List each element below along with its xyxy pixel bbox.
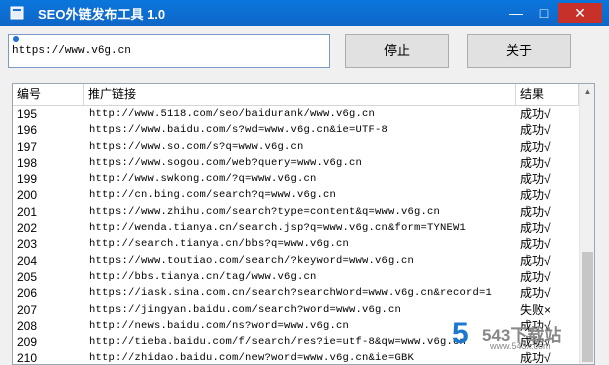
row-link: http://news.baidu.com/ns?word=www.v6g.cn (89, 319, 350, 332)
scroll-up-icon[interactable]: ▲ (580, 84, 594, 100)
url-input-value: https://www.v6g.cn (12, 45, 131, 57)
row-link: https://iask.sina.com.cn/search?searchWo… (89, 287, 493, 300)
row-number: 207 (17, 302, 38, 317)
table-row[interactable]: 196 https://www.baidu.com/s?wd=www.v6g.cn… (13, 122, 579, 138)
about-button[interactable]: 关于 (467, 34, 571, 68)
row-number: 205 (17, 269, 38, 284)
row-result: 成功√ (520, 172, 551, 187)
row-result: 成功√ (520, 155, 551, 170)
row-result: 成功√ (520, 269, 551, 284)
minimize-button[interactable]: — (503, 3, 529, 23)
row-number: 208 (17, 318, 38, 333)
table-row[interactable]: 200 http://cn.bing.com/search?q=www.v6g.c… (13, 187, 579, 203)
row-link: http://search.tianya.cn/bbs?q=www.v6g.cn (89, 238, 350, 251)
row-link: http://wenda.tianya.cn/search.jsp?q=www.… (89, 222, 467, 235)
row-number: 206 (17, 286, 38, 301)
row-number: 198 (17, 155, 38, 170)
table-row[interactable]: 204 https://www.toutiao.com/search/?keywo… (13, 253, 579, 269)
scrollbar-thumb[interactable] (582, 252, 593, 362)
row-link: https://jingyan.baidu.com/search?word=ww… (89, 303, 402, 316)
row-link: https://www.baidu.com/s?wd=www.v6g.cn&ie… (89, 124, 389, 137)
table-row[interactable]: 198 https://www.sogou.com/web?query=www.v… (13, 155, 579, 171)
table-row[interactable]: 195 http://www.5118.com/seo/baidurank/www… (13, 106, 579, 122)
row-link: https://www.zhihu.com/search?type=conten… (89, 205, 441, 218)
app-icon (10, 6, 24, 20)
row-number: 199 (17, 172, 38, 187)
table-row[interactable]: 202 http://wenda.tianya.cn/search.jsp?q=w… (13, 220, 579, 236)
row-result: 成功√ (520, 286, 551, 301)
window-client: https://www.v6g.cn 停止 关于 编号 推广链接 结果 195 h… (0, 26, 609, 365)
row-result: 成功√ (520, 123, 551, 138)
table-row[interactable]: 197 https://www.so.com/s?q=www.v6g.cn 成功√ (13, 139, 579, 155)
table-row[interactable]: 201 https://www.zhihu.com/search?type=con… (13, 204, 579, 220)
vertical-scrollbar[interactable]: ▲ (579, 84, 594, 364)
stop-button[interactable]: 停止 (345, 34, 449, 68)
table-row[interactable]: 207 https://jingyan.baidu.com/search?word… (13, 302, 579, 318)
maximize-button[interactable]: □ (531, 3, 557, 23)
table-row[interactable]: 199 http://www.swkong.com/?q=www.v6g.cn 成功… (13, 171, 579, 187)
row-link: https://www.sogou.com/web?query=www.v6g.… (89, 156, 363, 169)
row-number: 202 (17, 221, 38, 236)
row-number: 201 (17, 204, 38, 219)
row-result: 成功√ (520, 237, 551, 252)
row-number: 203 (17, 237, 38, 252)
url-input[interactable]: https://www.v6g.cn (8, 34, 330, 68)
row-link: https://www.so.com/s?q=www.v6g.cn (89, 140, 304, 153)
row-link: http://tieba.baidu.com/f/search/res?ie=u… (89, 336, 467, 349)
watermark-url: www.543x.com (490, 341, 551, 351)
row-result: 失败× (520, 302, 552, 317)
status-dot-icon (13, 36, 19, 42)
row-result: 成功√ (520, 107, 551, 121)
row-number: 195 (17, 107, 38, 121)
row-result: 成功√ (520, 204, 551, 219)
row-number: 197 (17, 139, 38, 154)
window-title: SEO外链发布工具 1.0 (38, 7, 166, 22)
row-link: https://www.toutiao.com/search/?keyword=… (89, 254, 415, 267)
row-result: 成功√ (520, 139, 551, 154)
row-result: 成功√ (520, 221, 551, 236)
row-link: http://www.5118.com/seo/baidurank/www.v6… (89, 108, 376, 120)
row-number: 200 (17, 188, 38, 203)
row-link: http://www.swkong.com/?q=www.v6g.cn (89, 173, 317, 186)
close-button[interactable]: ✕ (558, 3, 602, 23)
watermark-logo-icon: 5 (452, 317, 469, 350)
row-result: 成功√ (520, 253, 551, 268)
column-header-number[interactable]: 编号 (13, 84, 84, 105)
row-number: 209 (17, 335, 38, 350)
column-header-result[interactable]: 结果 (516, 84, 579, 105)
table-row[interactable]: 206 https://iask.sina.com.cn/search?searc… (13, 285, 579, 301)
row-number: 196 (17, 123, 38, 138)
row-link: http://cn.bing.com/search?q=www.v6g.cn (89, 189, 337, 202)
column-header-link[interactable]: 推广链接 (84, 84, 516, 105)
row-link: http://bbs.tianya.cn/tag/www.v6g.cn (89, 270, 317, 283)
row-result: 成功√ (520, 188, 551, 203)
title-bar: SEO外链发布工具 1.0 — □ ✕ (0, 0, 609, 26)
table-row[interactable]: 205 http://bbs.tianya.cn/tag/www.v6g.cn 成功… (13, 269, 579, 285)
row-number: 204 (17, 253, 38, 268)
list-header: 编号 推广链接 结果 (13, 84, 579, 106)
table-row[interactable]: 203 http://search.tianya.cn/bbs?q=www.v6g… (13, 236, 579, 252)
